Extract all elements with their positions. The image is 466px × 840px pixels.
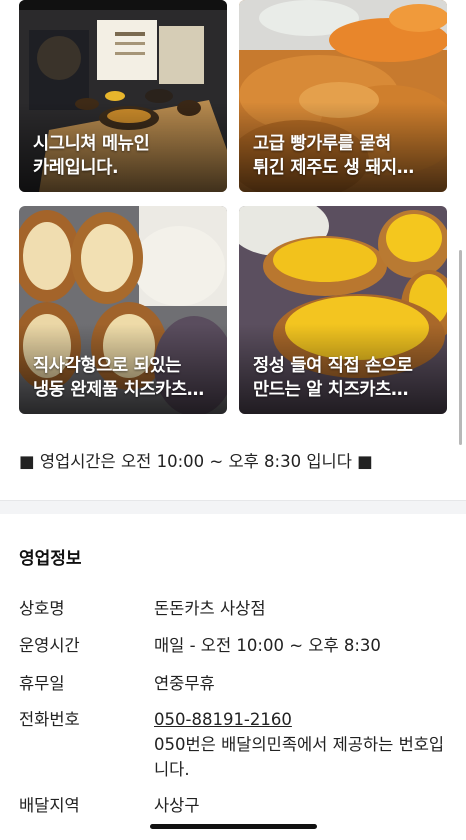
info-label: 전화번호	[19, 710, 80, 729]
info-row-hours: 운영시간 매일 - 오전 10:00 ~ 오후 8:30	[19, 633, 449, 658]
home-indicator[interactable]	[150, 824, 317, 829]
info-label: 휴무일	[19, 674, 65, 693]
info-row-closed-days: 휴무일 연중무휴	[19, 671, 449, 696]
menu-photo-card-curry[interactable]: 시그니쳐 메뉴인 카레입니다.	[19, 0, 227, 192]
info-value: 사상구	[154, 796, 200, 815]
section-title: 영업정보	[19, 549, 82, 569]
card-caption: 직사각형으로 되있는 냉동 완제품 치즈카츠…	[33, 356, 204, 400]
info-value: 돈돈카츠 사상점	[154, 599, 266, 618]
info-row-delivery-area: 배달지역 사상구	[19, 793, 449, 818]
info-value: 연중무휴	[154, 674, 215, 693]
phone-block: 050-88191-2160 050번은 배달의민족에서 제공하는 번호입니다.	[154, 707, 449, 782]
info-row-store-name: 상호명 돈돈카츠 사상점	[19, 596, 449, 621]
info-label: 배달지역	[19, 796, 80, 815]
phone-number-link[interactable]: 050-88191-2160	[154, 707, 449, 732]
info-value: 매일 - 오전 10:00 ~ 오후 8:30	[154, 636, 381, 655]
menu-photo-card-frozen-cheese-cutlet[interactable]: 직사각형으로 되있는 냉동 완제품 치즈카츠…	[19, 206, 227, 414]
business-hours-notice: ■ 영업시간은 오전 10:00 ~ 오후 8:30 입니다 ■	[19, 452, 373, 471]
scrollbar-thumb[interactable]	[459, 250, 462, 445]
card-caption: 시그니쳐 메뉴인 카레입니다.	[33, 134, 150, 178]
info-label: 운영시간	[19, 636, 80, 655]
card-caption: 고급 빵가루를 묻혀 튀긴 제주도 생 돼지…	[253, 134, 414, 178]
info-row-phone: 전화번호 050-88191-2160 050번은 배달의민족에서 제공하는 번…	[19, 707, 449, 782]
phone-note: 050번은 배달의민족에서 제공하는 번호입니다.	[154, 735, 445, 779]
menu-photo-card-egg-cheese-cutlet[interactable]: 정성 들여 직접 손으로 만드는 알 치즈카츠…	[239, 206, 447, 414]
card-caption: 정성 들여 직접 손으로 만드는 알 치즈카츠…	[253, 356, 413, 400]
info-label: 상호명	[19, 599, 65, 618]
menu-photo-card-pork-cutlet[interactable]: 고급 빵가루를 묻혀 튀긴 제주도 생 돼지…	[239, 0, 447, 192]
section-divider	[0, 500, 466, 514]
